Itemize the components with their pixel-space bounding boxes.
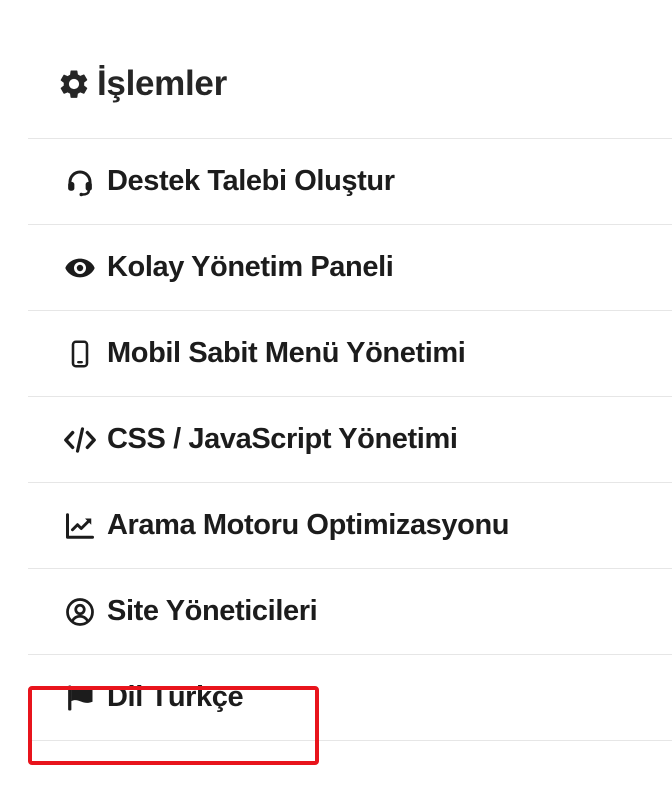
mobile-phone-icon	[64, 338, 96, 370]
menu-item-mobile-fixed-menu[interactable]: Mobil Sabit Menü Yönetimi	[28, 311, 672, 397]
menu-item-easy-admin-panel[interactable]: Kolay Yönetim Paneli	[28, 225, 672, 311]
actions-panel: İşlemler Destek Talebi Oluştur Kolay Yön…	[0, 0, 672, 806]
code-icon	[64, 424, 96, 456]
menu-item-label: Arama Motoru Optimizasyonu	[107, 509, 510, 541]
gear-icon	[57, 67, 91, 101]
user-circle-icon	[64, 596, 96, 628]
menu-item-site-admins[interactable]: Site Yöneticileri	[28, 569, 672, 655]
menu-item-label: Kolay Yönetim Paneli	[107, 251, 394, 283]
menu-item-label: Dil Türkçe	[107, 681, 244, 713]
headset-icon	[64, 166, 96, 198]
menu-item-language[interactable]: Dil Türkçe	[28, 655, 672, 741]
actions-menu: Destek Talebi Oluştur Kolay Yönetim Pane…	[28, 139, 672, 741]
panel-title: İşlemler	[97, 64, 227, 103]
menu-item-label: Site Yöneticileri	[107, 595, 318, 627]
menu-item-css-js-management[interactable]: CSS / JavaScript Yönetimi	[28, 397, 672, 483]
menu-item-label: Mobil Sabit Menü Yönetimi	[107, 337, 466, 369]
chart-line-icon	[64, 510, 96, 542]
flag-icon	[64, 682, 96, 714]
panel-header: İşlemler	[57, 60, 227, 108]
menu-item-label: Destek Talebi Oluştur	[107, 165, 395, 197]
menu-item-label: CSS / JavaScript Yönetimi	[107, 423, 458, 455]
eye-icon	[64, 252, 96, 284]
menu-item-seo[interactable]: Arama Motoru Optimizasyonu	[28, 483, 672, 569]
menu-item-create-support-ticket[interactable]: Destek Talebi Oluştur	[28, 139, 672, 225]
